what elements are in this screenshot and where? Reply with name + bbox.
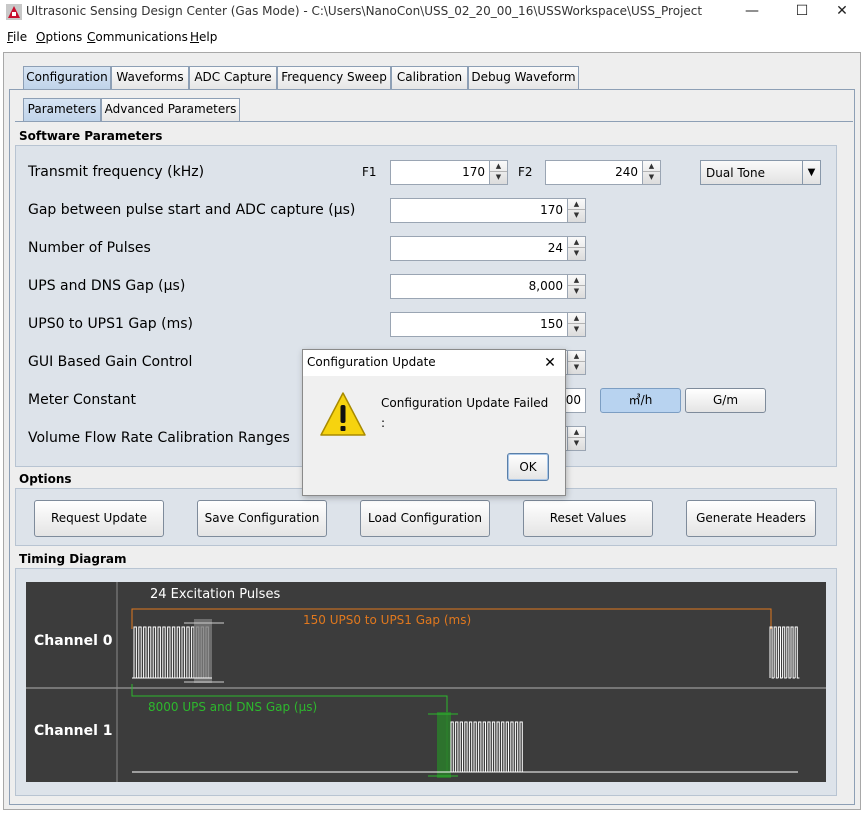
subtab-divider (15, 121, 853, 122)
dialog-title: Configuration Update (307, 355, 436, 369)
decrement-icon[interactable]: ▼ (568, 362, 585, 373)
chevron-down-icon: ▼ (802, 161, 820, 184)
app-icon (6, 4, 22, 20)
f1-spinner[interactable]: 170 ▲ ▼ (390, 160, 508, 185)
gap-pulse-adc-value: 170 (540, 203, 563, 217)
ups0-ups1-gap-spinner[interactable]: 150 ▲ ▼ (390, 312, 586, 337)
reset-values-button[interactable]: Reset Values (523, 500, 653, 537)
gui-gain-label: GUI Based Gain Control (28, 354, 193, 370)
ups-gap-label: 150 UPS0 to UPS1 Gap (ms) (303, 613, 472, 627)
tone-mode-select[interactable]: Dual Tone ▼ (700, 160, 821, 185)
num-pulses-spinner[interactable]: 24 ▲ ▼ (390, 236, 586, 261)
decrement-icon[interactable]: ▼ (490, 172, 507, 183)
dialog-title-bar: Configuration Update ✕ (303, 350, 565, 376)
tone-mode-value: Dual Tone (706, 166, 765, 180)
ch0-pulse-train-end (769, 626, 800, 679)
increment-icon[interactable]: ▲ (568, 199, 585, 210)
decrement-icon[interactable]: ▼ (643, 172, 660, 183)
options-title: Options (19, 472, 72, 486)
ch1-pulse-train (450, 721, 525, 773)
menu-file[interactable]: File (7, 30, 27, 44)
minimize-button[interactable]: — (729, 0, 775, 24)
meter-constant-value: 00 (565, 393, 581, 407)
unit-gm-toggle[interactable]: G/m (685, 388, 766, 413)
ups-dns-gap-label: UPS and DNS Gap (µs) (28, 278, 186, 294)
configuration-update-dialog: Configuration Update ✕ Configuration Upd… (302, 349, 566, 496)
timing-diagram-canvas: Channel 0 Channel 1 24 Excitation Pulses… (26, 582, 826, 782)
transmit-frequency-label: Transmit frequency (kHz) (28, 164, 205, 180)
adc-gap-marker (194, 619, 212, 683)
dns-gap-label: 8000 UPS and DNS Gap (µs) (148, 700, 318, 714)
increment-icon[interactable]: ▲ (568, 237, 585, 248)
load-configuration-button[interactable]: Load Configuration (360, 500, 490, 537)
f2-label: F2 (518, 165, 533, 179)
menu-help[interactable]: Help (190, 30, 217, 44)
dialog-ok-button[interactable]: OK (507, 453, 549, 481)
tab-parameters[interactable]: Parameters (23, 98, 101, 121)
decrement-icon[interactable]: ▼ (568, 438, 585, 449)
save-configuration-button[interactable]: Save Configuration (197, 500, 327, 537)
tab-configuration[interactable]: Configuration (23, 66, 111, 89)
decrement-icon[interactable]: ▼ (568, 210, 585, 221)
num-pulses-value: 24 (547, 241, 563, 255)
close-window-button[interactable]: ✕ (819, 0, 865, 24)
decrement-icon[interactable]: ▼ (568, 248, 585, 259)
title-bar: Ultrasonic Sensing Design Center (Gas Mo… (0, 0, 865, 24)
menu-bar: File Options Communications Help (0, 27, 865, 47)
meter-constant-label: Meter Constant (28, 392, 136, 408)
tab-frequency-sweep[interactable]: Frequency Sweep (277, 66, 391, 89)
increment-icon[interactable]: ▲ (490, 161, 507, 172)
dialog-message: Configuration Update Failed (381, 396, 549, 410)
ups0-ups1-gap-label: UPS0 to UPS1 Gap (ms) (28, 316, 193, 332)
menu-options[interactable]: Options (36, 30, 82, 44)
pulse-path (769, 626, 800, 679)
volume-flow-label: Volume Flow Rate Calibration Ranges (28, 430, 290, 446)
unit-m3h-toggle[interactable]: ㎥/h (600, 388, 681, 413)
increment-icon[interactable]: ▲ (568, 351, 585, 362)
ups-dns-gap-value: 8,000 (528, 279, 563, 293)
tab-calibration[interactable]: Calibration (391, 66, 468, 89)
ups0-ups1-gap-value: 150 (540, 317, 563, 331)
decrement-icon[interactable]: ▼ (568, 286, 585, 297)
tab-debug-waveform[interactable]: Debug Waveform (468, 66, 579, 89)
generate-headers-button[interactable]: Generate Headers (686, 500, 816, 537)
tab-waveforms[interactable]: Waveforms (111, 66, 189, 89)
ups-dns-gap-spinner[interactable]: 8,000 ▲ ▼ (390, 274, 586, 299)
channel-1-label: Channel 1 (34, 723, 113, 739)
dialog-detail: : (381, 416, 386, 430)
gap-pulse-adc-spinner[interactable]: 170 ▲ ▼ (390, 198, 586, 223)
num-pulses-label: Number of Pulses (28, 240, 151, 256)
request-update-button[interactable]: Request Update (34, 500, 164, 537)
channel-0-label: Channel 0 (34, 633, 113, 649)
dns-adc-marker (437, 712, 451, 778)
f1-label: F1 (362, 165, 377, 179)
dialog-close-button[interactable]: ✕ (539, 352, 561, 374)
f2-value: 240 (615, 165, 638, 179)
increment-icon[interactable]: ▲ (568, 427, 585, 438)
timing-diagram-title: Timing Diagram (19, 552, 127, 566)
window-title: Ultrasonic Sensing Design Center (Gas Mo… (26, 4, 703, 18)
f2-spinner[interactable]: 240 ▲ ▼ (545, 160, 661, 185)
tab-advanced-parameters[interactable]: Advanced Parameters (101, 98, 240, 121)
software-parameters-title: Software Parameters (19, 129, 163, 143)
gap-pulse-adc-label: Gap between pulse start and ADC capture … (28, 202, 356, 218)
dns-gap-bracket (131, 684, 448, 772)
warning-icon (320, 392, 366, 436)
decrement-icon[interactable]: ▼ (568, 324, 585, 335)
excitation-pulses-label: 24 Excitation Pulses (150, 587, 281, 602)
f1-value: 170 (462, 165, 485, 179)
increment-icon[interactable]: ▲ (643, 161, 660, 172)
increment-icon[interactable]: ▲ (568, 275, 585, 286)
timing-diagram-svg (26, 582, 826, 782)
pulse-path (450, 721, 525, 773)
tab-adc-capture[interactable]: ADC Capture (189, 66, 277, 89)
increment-icon[interactable]: ▲ (568, 313, 585, 324)
menu-communications[interactable]: Communications (87, 30, 188, 44)
